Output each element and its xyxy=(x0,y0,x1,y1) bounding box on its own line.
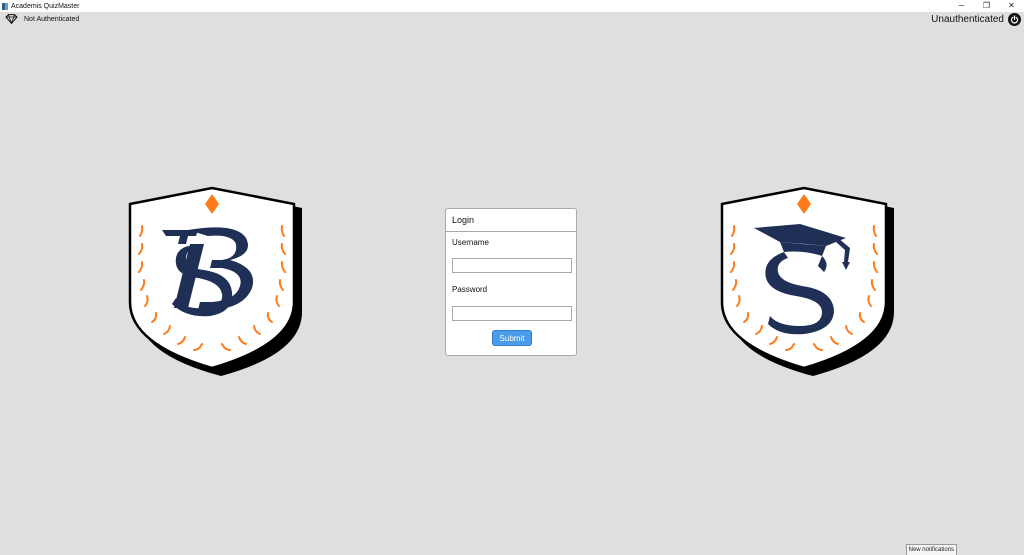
password-label: Password xyxy=(452,285,488,294)
new-notifications-toast[interactable]: New notifications xyxy=(905,544,957,555)
user-area: Unauthenticated xyxy=(931,13,1021,26)
power-icon xyxy=(1010,15,1019,24)
auth-status: Not Authenticated xyxy=(5,14,79,24)
close-button[interactable]: ✕ xyxy=(999,0,1024,12)
login-card: Login Username Password Submit xyxy=(445,208,577,356)
login-title: Login xyxy=(446,209,576,232)
window-controls: ─ ❐ ✕ xyxy=(949,0,1024,12)
restore-button[interactable]: ❐ xyxy=(974,0,999,12)
user-status-label: Unauthenticated xyxy=(931,14,1004,25)
window-titlebar: Academis QuizMaster ─ ❐ ✕ xyxy=(0,0,1024,12)
username-label: Username xyxy=(452,238,489,247)
minimize-button[interactable]: ─ xyxy=(949,0,974,12)
window-title: Academis QuizMaster xyxy=(11,2,80,10)
username-field[interactable] xyxy=(452,258,572,273)
submit-button[interactable]: Submit xyxy=(492,330,532,346)
auth-status-label: Not Authenticated xyxy=(24,15,80,23)
power-button[interactable] xyxy=(1008,13,1021,26)
app-icon xyxy=(2,2,8,10)
sb-crest-logo xyxy=(126,184,306,378)
password-field[interactable] xyxy=(452,306,572,321)
s-graduation-crest-logo xyxy=(718,184,898,378)
diamond-icon[interactable] xyxy=(5,14,18,24)
